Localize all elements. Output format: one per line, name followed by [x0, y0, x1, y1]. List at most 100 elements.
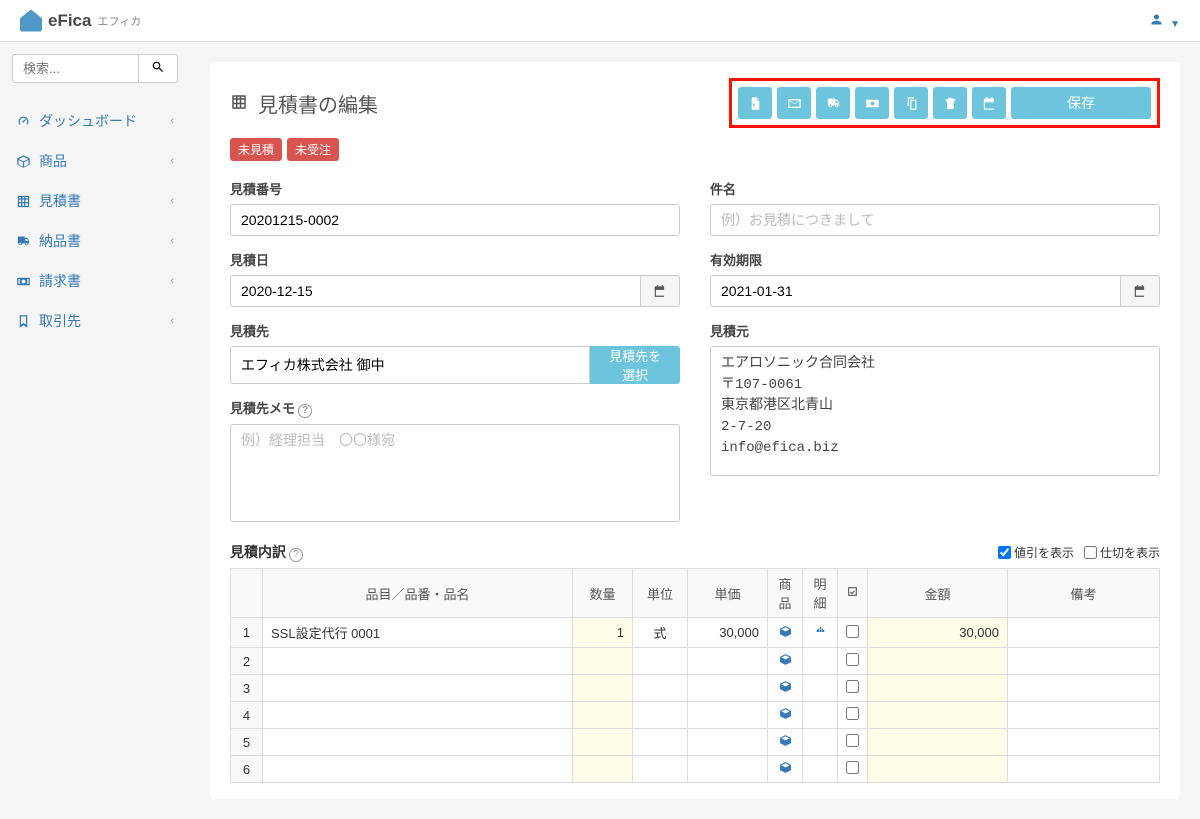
date-picker-button[interactable] [641, 275, 680, 307]
quote-date-input[interactable] [230, 275, 641, 307]
cell-qty[interactable]: 1 [573, 618, 633, 648]
cell-price[interactable]: 30,000 [688, 618, 768, 648]
cell-note[interactable] [1008, 675, 1160, 702]
cell-name[interactable] [263, 756, 573, 783]
trash-icon [943, 96, 958, 111]
cell-product-link[interactable] [768, 648, 803, 675]
save-button[interactable]: 保存 [1011, 87, 1151, 119]
cell-name[interactable] [263, 648, 573, 675]
cell-unit[interactable]: 式 [633, 618, 688, 648]
sidebar-item-partners[interactable]: 取引先‹ [12, 301, 178, 341]
sidebar-nav: ダッシュボード‹ 商品‹ 見積書‹ 納品書‹ 請求書‹ 取引先‹ [12, 101, 178, 341]
sender-textarea[interactable]: エアロソニック合同会社 〒107-0061 東京都港区北青山 2-7-20 in… [710, 346, 1160, 476]
cell-detail-link[interactable] [803, 702, 838, 729]
cell-qty[interactable] [573, 702, 633, 729]
client-input[interactable] [230, 346, 590, 384]
cell-price[interactable] [688, 702, 768, 729]
col-amount: 金額 [868, 569, 1008, 618]
copy-button[interactable] [894, 87, 928, 119]
ship-button[interactable] [816, 87, 850, 119]
table-row: 5 [231, 729, 1160, 756]
cell-note[interactable] [1008, 756, 1160, 783]
cell-name[interactable] [263, 675, 573, 702]
cell-qty[interactable] [573, 675, 633, 702]
show-discount-checkbox[interactable]: 値引を表示 [998, 544, 1074, 561]
cell-product-link[interactable] [768, 675, 803, 702]
search-input[interactable] [12, 54, 139, 83]
sidebar-item-invoice[interactable]: 請求書‹ [12, 261, 178, 301]
row-number: 3 [231, 675, 263, 702]
cell-product-link[interactable] [768, 702, 803, 729]
sidebar-item-dashboard[interactable]: ダッシュボード‹ [12, 101, 178, 141]
client-label: 見積先 [230, 321, 680, 340]
gauge-icon [16, 114, 31, 129]
cell-name[interactable] [263, 702, 573, 729]
help-icon[interactable]: ? [298, 404, 312, 418]
calendar-button[interactable] [972, 87, 1006, 119]
user-menu[interactable]: ▼ [1149, 12, 1180, 30]
cell-note[interactable] [1008, 729, 1160, 756]
brand-logo-icon [20, 10, 42, 32]
cell-name[interactable]: SSL設定代行 0001 [263, 618, 573, 648]
chevron-left-icon: ‹ [170, 195, 174, 207]
cell-price[interactable] [688, 675, 768, 702]
cell-price[interactable] [688, 756, 768, 783]
cell-unit[interactable] [633, 702, 688, 729]
chevron-left-icon: ‹ [170, 155, 174, 167]
caret-down-icon: ▼ [1170, 19, 1180, 30]
cell-price[interactable] [688, 729, 768, 756]
cell-detail-link[interactable] [803, 675, 838, 702]
truck-icon [16, 234, 31, 249]
quote-no-input[interactable] [230, 204, 680, 236]
cell-note[interactable] [1008, 618, 1160, 648]
cell-unit[interactable] [633, 756, 688, 783]
col-price: 単価 [688, 569, 768, 618]
table-row: 2 [231, 648, 1160, 675]
cell-detail-link[interactable] [803, 618, 838, 648]
bill-button[interactable] [855, 87, 889, 119]
sidebar-item-delivery[interactable]: 納品書‹ [12, 221, 178, 261]
cell-checkbox[interactable] [838, 729, 868, 756]
cell-checkbox[interactable] [838, 648, 868, 675]
cell-product-link[interactable] [768, 618, 803, 648]
cell-product-link[interactable] [768, 729, 803, 756]
cell-note[interactable] [1008, 702, 1160, 729]
cell-note[interactable] [1008, 648, 1160, 675]
cell-checkbox[interactable] [838, 618, 868, 648]
cell-detail-link[interactable] [803, 648, 838, 675]
pdf-button[interactable] [738, 87, 772, 119]
cell-checkbox[interactable] [838, 756, 868, 783]
cell-qty[interactable] [573, 756, 633, 783]
money-icon [16, 274, 31, 289]
cube-icon [779, 761, 792, 774]
delete-button[interactable] [933, 87, 967, 119]
brand-name: eFica [48, 11, 91, 31]
cell-unit[interactable] [633, 648, 688, 675]
money-icon [865, 96, 880, 111]
sender-label: 見積元 [710, 321, 1160, 340]
valid-until-input[interactable] [710, 275, 1121, 307]
date-picker-button[interactable] [1121, 275, 1160, 307]
cell-qty[interactable] [573, 729, 633, 756]
sidebar-item-quotes[interactable]: 見積書‹ [12, 181, 178, 221]
cell-qty[interactable] [573, 648, 633, 675]
cell-price[interactable] [688, 648, 768, 675]
cell-unit[interactable] [633, 729, 688, 756]
cell-unit[interactable] [633, 675, 688, 702]
row-number: 5 [231, 729, 263, 756]
search-button[interactable] [139, 54, 178, 83]
show-partition-checkbox[interactable]: 仕切を表示 [1084, 544, 1160, 561]
help-icon[interactable]: ? [289, 548, 303, 562]
cube-icon [779, 653, 792, 666]
cell-checkbox[interactable] [838, 702, 868, 729]
client-select-button[interactable]: 見積先を選択 [590, 346, 680, 384]
cell-checkbox[interactable] [838, 675, 868, 702]
cell-detail-link[interactable] [803, 756, 838, 783]
mail-button[interactable] [777, 87, 811, 119]
cell-name[interactable] [263, 729, 573, 756]
cell-detail-link[interactable] [803, 729, 838, 756]
sidebar-item-products[interactable]: 商品‹ [12, 141, 178, 181]
subject-input[interactable] [710, 204, 1160, 236]
client-memo-textarea[interactable] [230, 424, 680, 522]
cell-product-link[interactable] [768, 756, 803, 783]
